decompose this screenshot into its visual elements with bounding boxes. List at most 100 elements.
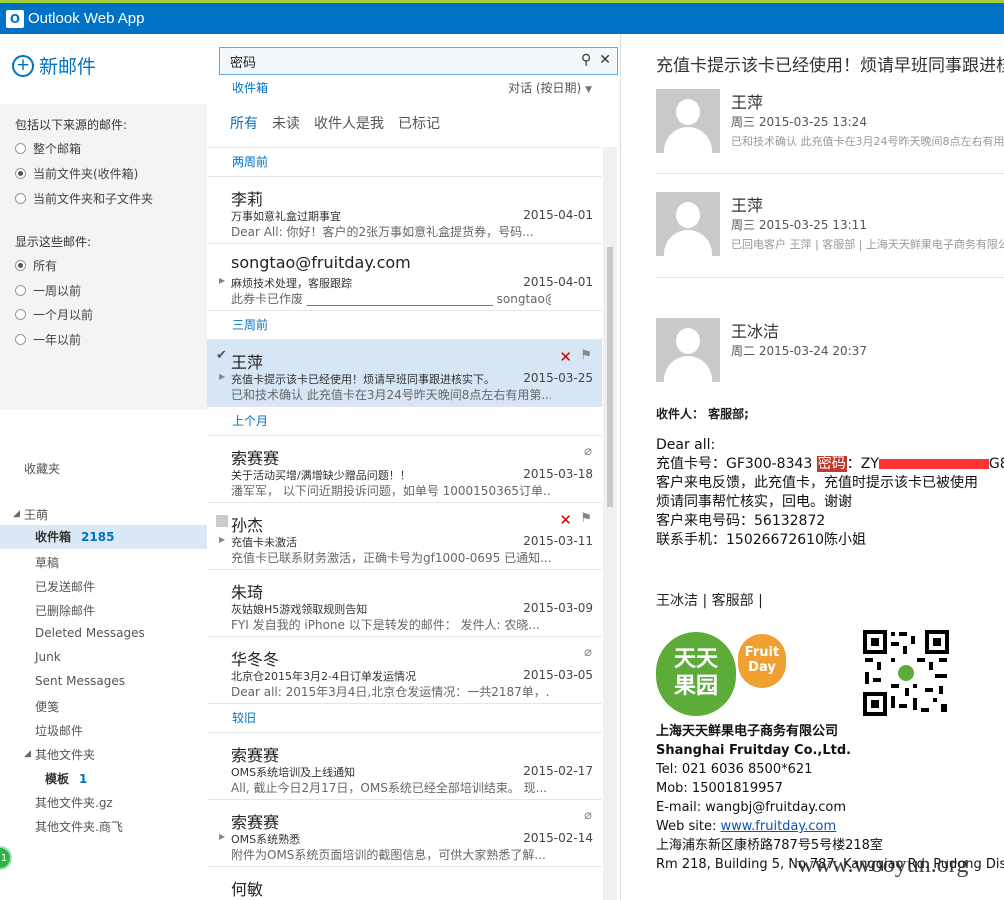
paperclip-icon: ⌀ [584,444,592,459]
radio-icon [15,309,26,320]
folder-deleted[interactable]: 已删除邮件 [35,602,95,619]
thread-item[interactable]: 王萍 周三 2015-03-25 13:11 已回电客户 王萍 | 客服部 | … [656,192,1004,256]
list-item-selected[interactable]: ✔ ▶ 王萍 ✕ ⚑ 充值卡提示该卡已经使用！烦请早班同事跟进核实下。 2015… [207,339,602,406]
thread-date: 周三 2015-03-25 13:24 [731,115,867,129]
body-line: 联系手机：15026672610陈小姐 [656,532,866,548]
sender: 何敏 [231,880,264,899]
radio-selected-icon [15,260,26,271]
subject: 充值卡未激活 [231,536,297,549]
tab-to-me[interactable]: 收件人是我 [314,113,384,133]
folder-other-shangfei[interactable]: 其他文件夹.商飞 [35,818,123,835]
folder-other-gz[interactable]: 其他文件夹.gz [35,794,113,811]
search-value: 密码 [230,55,257,71]
notification-badge[interactable]: 1 [0,846,12,870]
subject: 麻烦技术处理，客服跟踪 [231,277,352,290]
folder-deleted-messages[interactable]: Deleted Messages [35,626,145,640]
folder-notes[interactable]: 便笺 [35,698,59,715]
search-scope[interactable]: 收件箱 [232,79,268,96]
show-heading: 显示这些邮件: [15,235,92,249]
search-highlight: 密码 [816,456,847,472]
flag-icon[interactable]: ⚑ [580,511,592,526]
sender: songtao@fruitday.com [231,253,411,272]
folder-drafts[interactable]: 草稿 [35,554,59,571]
preview: FYI 发自我的 iPhone 以下是转发的邮件： 发件人: 农晓... [231,618,540,632]
company-mob: Mob: 15001819957 [656,781,783,796]
app-title[interactable]: Outlook Web App [28,10,144,27]
company-tel: Tel: 021 6036 8500*621 [656,762,813,777]
date: 2015-03-11 [523,534,593,548]
list-item[interactable]: ▶ songtao@fruitday.com 麻烦技术处理，客服跟踪 2015-… [207,243,602,310]
folder-template[interactable]: 模板 1 [45,770,87,787]
conversation-sort[interactable]: 对话 (按日期) ▼ [508,79,592,96]
expand-arrow-icon[interactable]: ▶ [219,276,225,285]
search-input[interactable]: 密码 ⚲ ✕ [219,47,618,75]
radio-icon [15,334,26,345]
sender: 孙杰 [231,516,264,535]
sender: 王萍 [231,353,264,372]
source-option-mailbox[interactable]: 整个邮箱 [15,140,81,157]
list-item[interactable]: 索赛赛 OMS系统培训及上线通知 2015-02-17 All, 截止今日2月1… [207,732,602,799]
collapse-triangle-icon[interactable]: ◢ [13,509,20,519]
search-icon[interactable]: ⚲ [581,52,591,68]
collapse-triangle-icon[interactable]: ◢ [24,749,31,759]
thread-sender: 王萍 [731,93,764,112]
group-header: 三周前 [207,310,602,339]
list-item[interactable]: ▶ 孙杰 ✕ ⚑ 充值卡未激活 2015-03-11 充值卡已联系财务激活，正确… [207,502,602,569]
show-option-month[interactable]: 一个月以前 [15,306,93,323]
subject: 充值卡提示该卡已经使用！烦请早班同事跟进核实下。 [231,373,495,386]
folder-junk[interactable]: Junk [35,650,61,664]
avatar [656,318,720,382]
message-subject: 充值卡提示该卡已经使用！烦请早班同事跟进核实下。 [656,56,1004,76]
source-option-current-folder[interactable]: 当前文件夹(收件箱) [15,165,138,182]
checkmark-icon[interactable]: ✔ [216,348,227,363]
date: 2015-03-05 [523,668,593,682]
checkbox-icon[interactable] [216,515,228,527]
thread-item[interactable]: 王萍 周三 2015-03-25 13:24 已和技术确认 此充值卡在3月24号… [656,89,1004,153]
radio-selected-icon [15,168,26,179]
favorites-heading[interactable]: 收藏夹 [24,460,60,477]
preview: 附件为OMS系统页面培训的截图信息，可供大家熟悉了解... [231,848,546,862]
qr-code-icon [861,628,951,718]
list-item[interactable]: 索赛赛 ⌀ 关于活动买增/满增缺少赠品问题！！ 2015-03-18 潘军军， … [207,435,602,502]
message-body: Dear all: 充值卡号：GF300-8343 密码：ZYG8P 客户来电反… [656,436,1004,550]
tab-all[interactable]: 所有 [230,113,258,133]
message-list-pane: 密码 ⚲ ✕ 收件箱 对话 (按日期) ▼ 所有 未读 收件人是我 已标记 两周… [207,34,620,900]
folder-other[interactable]: 其他文件夹 [35,746,95,763]
list-item[interactable]: 朱琦 灰姑娘H5游戏领取规则告知 2015-03-09 FYI 发自我的 iPh… [207,569,602,636]
list-item[interactable]: ▶ 索赛赛 ⌀ OMS系统熟悉 2015-02-14 附件为OMS系统页面培训的… [207,799,602,866]
tab-flagged[interactable]: 已标记 [398,113,440,133]
subject: 北京仓2015年3月2-4日订单发运情况 [231,670,416,683]
delete-icon[interactable]: ✕ [559,511,572,529]
show-option-all[interactable]: 所有 [15,257,57,274]
list-item[interactable]: 何敏 [207,866,602,900]
source-option-subfolders[interactable]: 当前文件夹和子文件夹 [15,190,153,207]
new-mail-label: 新邮件 [39,56,97,78]
show-option-year[interactable]: 一年以前 [15,331,81,348]
website-link[interactable]: www.fruitday.com [720,819,836,834]
sender: 索赛赛 [231,746,280,765]
folder-inbox[interactable]: 收件箱 2185 [0,525,207,549]
folder-sent[interactable]: 已发送邮件 [35,578,95,595]
thread-item-expanded[interactable]: 王冰洁 周二 2015-03-24 20:37 [656,318,1004,382]
delete-icon[interactable]: ✕ [559,348,572,366]
expand-arrow-icon[interactable]: ▶ [219,372,225,381]
list-item[interactable]: 李莉 万事如意礼盒过期事宜 2015-04-01 Dear All: 你好！客户… [207,176,602,243]
folder-sent-messages[interactable]: Sent Messages [35,674,125,688]
expand-arrow-icon[interactable]: ▶ [219,535,225,544]
avatar [656,192,720,256]
date: 2015-02-17 [523,764,593,778]
show-option-week[interactable]: 一周以前 [15,282,81,299]
close-icon[interactable]: ✕ [599,52,611,68]
account-name[interactable]: 王萌 [24,506,48,523]
outlook-logo-icon: O [6,9,24,28]
thread-sender: 王冰洁 [731,322,780,341]
list-scrollbar[interactable] [603,147,617,900]
scrollbar-thumb[interactable] [607,247,613,507]
new-mail-button[interactable]: + 新邮件 [12,52,96,79]
folder-junk-cn[interactable]: 垃圾邮件 [35,722,83,739]
expand-arrow-icon[interactable]: ▶ [219,832,225,841]
date: 2015-02-14 [523,831,593,845]
list-item[interactable]: 华冬冬 ⌀ 北京仓2015年3月2-4日订单发运情况 2015-03-05 De… [207,636,602,703]
tab-unread[interactable]: 未读 [272,113,300,133]
flag-icon[interactable]: ⚑ [580,348,592,363]
